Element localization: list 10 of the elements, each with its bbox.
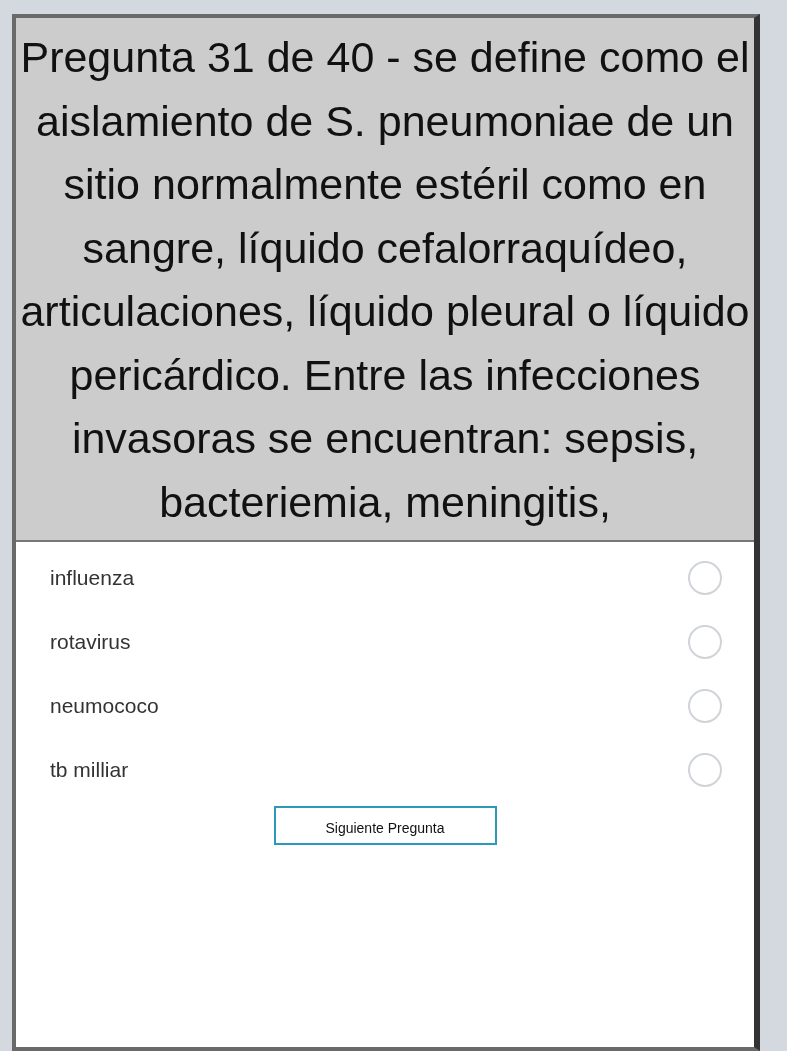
option-label[interactable]: rotavirus [50, 626, 131, 658]
option-label[interactable]: influenza [50, 562, 135, 594]
option-label[interactable]: tb milliar [50, 754, 129, 786]
next-question-button[interactable]: Siguiente Pregunta [273, 806, 497, 845]
radio-button[interactable] [688, 561, 722, 595]
option-label[interactable]: neumococo [50, 690, 159, 722]
radio-button[interactable] [688, 753, 722, 787]
question-text: Pregunta 31 de 40 - se define como el aislamiento de S. pneumoniae de un sitio normalmente estéril como en sangre, líquido cefalorraquídeo, articulaciones, líquido pleural o líquido pericárdico. Entre las infecciones invasoras se encuentran: sepsis, bacteriemia, meningitis, [20, 32, 750, 528]
radio-button[interactable] [688, 625, 722, 659]
radio-button[interactable] [688, 689, 722, 723]
